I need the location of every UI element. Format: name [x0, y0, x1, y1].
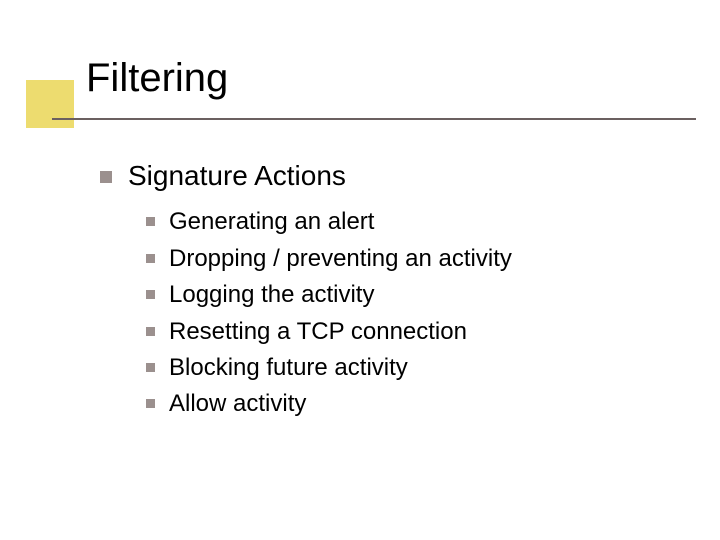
slide: Filtering Signature Actions Generating a… — [0, 0, 720, 540]
square-bullet-icon — [146, 290, 155, 299]
square-bullet-icon — [100, 171, 112, 183]
title-block: Filtering — [0, 56, 720, 128]
square-bullet-icon — [146, 254, 155, 263]
title-rule — [52, 118, 696, 120]
list-item-level2: Logging the activity — [146, 279, 660, 311]
level2-text: Dropping / preventing an activity — [169, 243, 512, 275]
slide-title: Filtering — [86, 56, 228, 100]
square-bullet-icon — [146, 399, 155, 408]
slide-content: Signature Actions Generating an alert Dr… — [100, 158, 660, 425]
level1-text: Signature Actions — [128, 158, 346, 194]
square-bullet-icon — [146, 363, 155, 372]
square-bullet-icon — [146, 327, 155, 336]
list-item-level2: Resetting a TCP connection — [146, 316, 660, 348]
list-item-level2: Blocking future activity — [146, 352, 660, 384]
level2-text: Resetting a TCP connection — [169, 316, 467, 348]
level2-text: Blocking future activity — [169, 352, 408, 384]
level2-text: Generating an alert — [169, 206, 374, 238]
list-item-level2: Generating an alert — [146, 206, 660, 238]
list-item-level1: Signature Actions — [100, 158, 660, 194]
list-item-level2: Allow activity — [146, 388, 660, 420]
level2-text: Allow activity — [169, 388, 306, 420]
title-accent-square — [26, 80, 74, 128]
level2-list: Generating an alert Dropping / preventin… — [146, 206, 660, 420]
list-item-level2: Dropping / preventing an activity — [146, 243, 660, 275]
level2-text: Logging the activity — [169, 279, 374, 311]
square-bullet-icon — [146, 217, 155, 226]
